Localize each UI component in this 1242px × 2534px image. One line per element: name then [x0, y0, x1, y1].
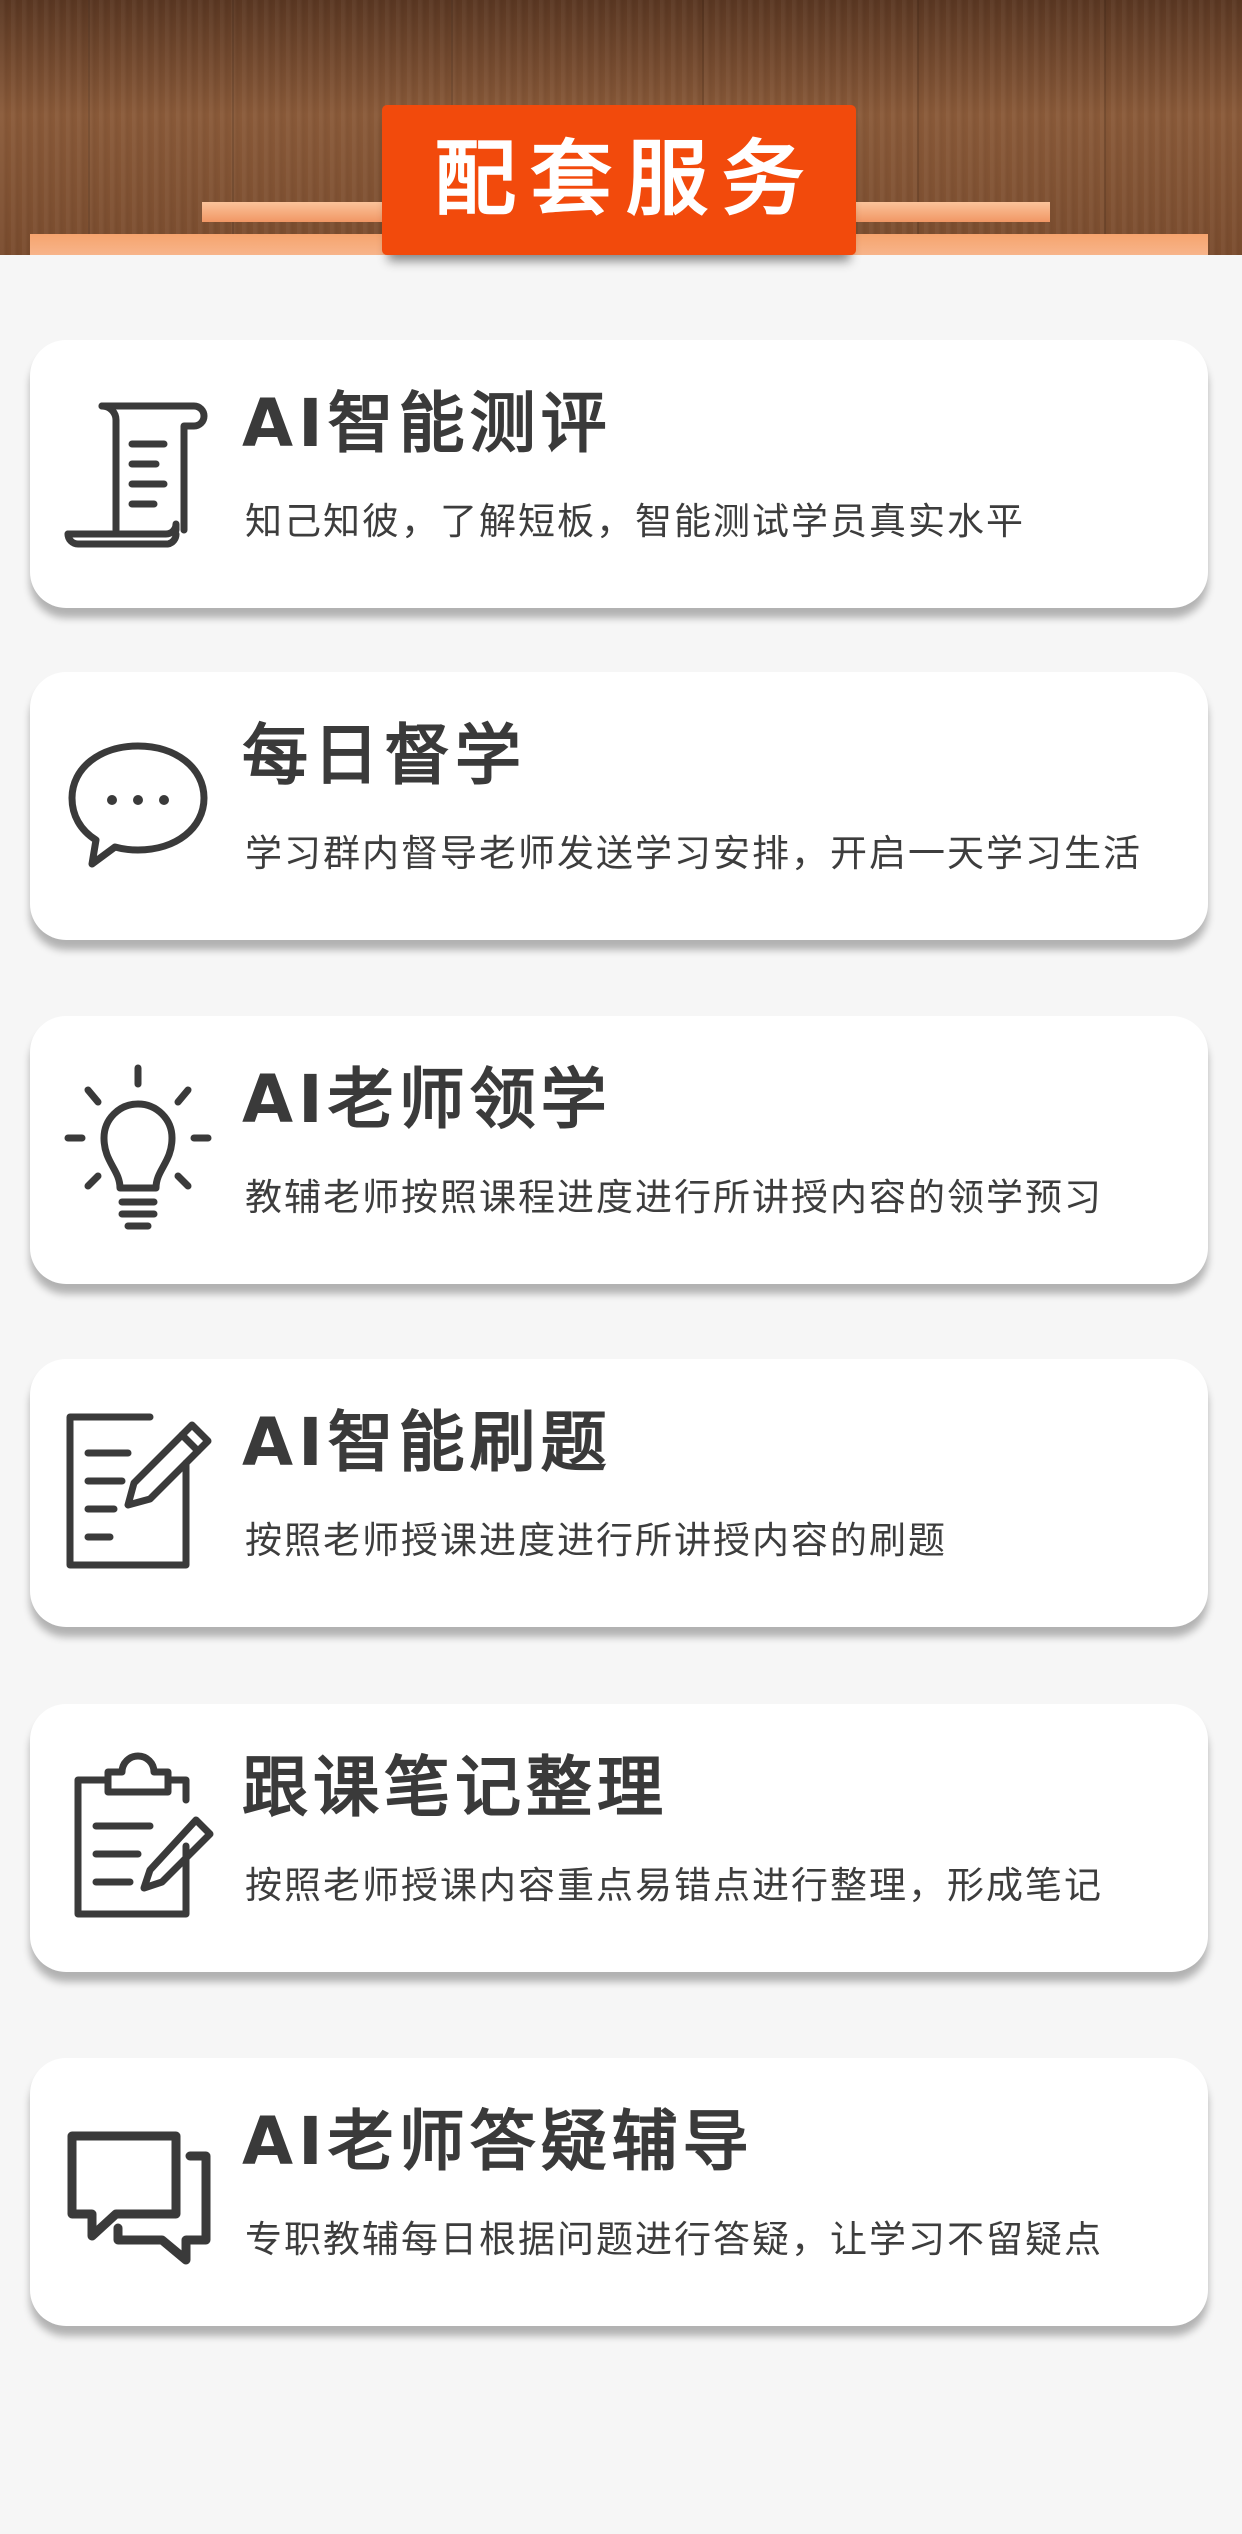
service-description: 专职教辅每日根据问题进行答疑，让学习不留疑点	[245, 2218, 1103, 2261]
service-card-ai-practice[interactable]: AI智能刷题 按照老师授课进度进行所讲授内容的刷题	[30, 1359, 1208, 1627]
service-card-ai-qa-tutoring[interactable]: AI老师答疑辅导 专职教辅每日根据问题进行答疑，让学习不留疑点	[30, 2058, 1208, 2326]
service-title: AI智能刷题	[242, 1404, 612, 1481]
section-title-plate: 配套服务	[382, 105, 856, 255]
scroll-document-icon	[58, 386, 218, 562]
service-description: 学习群内督导老师发送学习安排，开启一天学习生活	[245, 832, 1142, 875]
service-description: 按照老师授课进度进行所讲授内容的刷题	[245, 1519, 947, 1562]
chat-bubble-icon	[58, 718, 218, 894]
service-title: AI智能测评	[242, 385, 612, 462]
service-card-daily-supervision[interactable]: 每日督学 学习群内督导老师发送学习安排，开启一天学习生活	[30, 672, 1208, 940]
service-card-ai-assessment[interactable]: AI智能测评 知己知彼，了解短板，智能测试学员真实水平	[30, 340, 1208, 608]
lightbulb-icon	[58, 1062, 218, 1238]
double-speech-bubble-icon	[58, 2104, 218, 2280]
service-title: 每日督学	[242, 717, 526, 794]
service-title: 跟课笔记整理	[242, 1749, 668, 1826]
service-description: 按照老师授课内容重点易错点进行整理，形成笔记	[245, 1864, 1103, 1907]
service-description: 知己知彼，了解短板，智能测试学员真实水平	[245, 500, 1025, 543]
service-title: AI老师领学	[242, 1061, 612, 1138]
document-pencil-icon	[58, 1405, 218, 1581]
service-title: AI老师答疑辅导	[242, 2103, 754, 2180]
clipboard-pencil-icon	[58, 1750, 218, 1926]
service-card-ai-teacher-lead[interactable]: AI老师领学 教辅老师按照课程进度进行所讲授内容的领学预习	[30, 1016, 1208, 1284]
service-description: 教辅老师按照课程进度进行所讲授内容的领学预习	[245, 1176, 1103, 1219]
section-title: 配套服务	[433, 132, 818, 227]
service-card-class-notes[interactable]: 跟课笔记整理 按照老师授课内容重点易错点进行整理，形成笔记	[30, 1704, 1208, 1972]
